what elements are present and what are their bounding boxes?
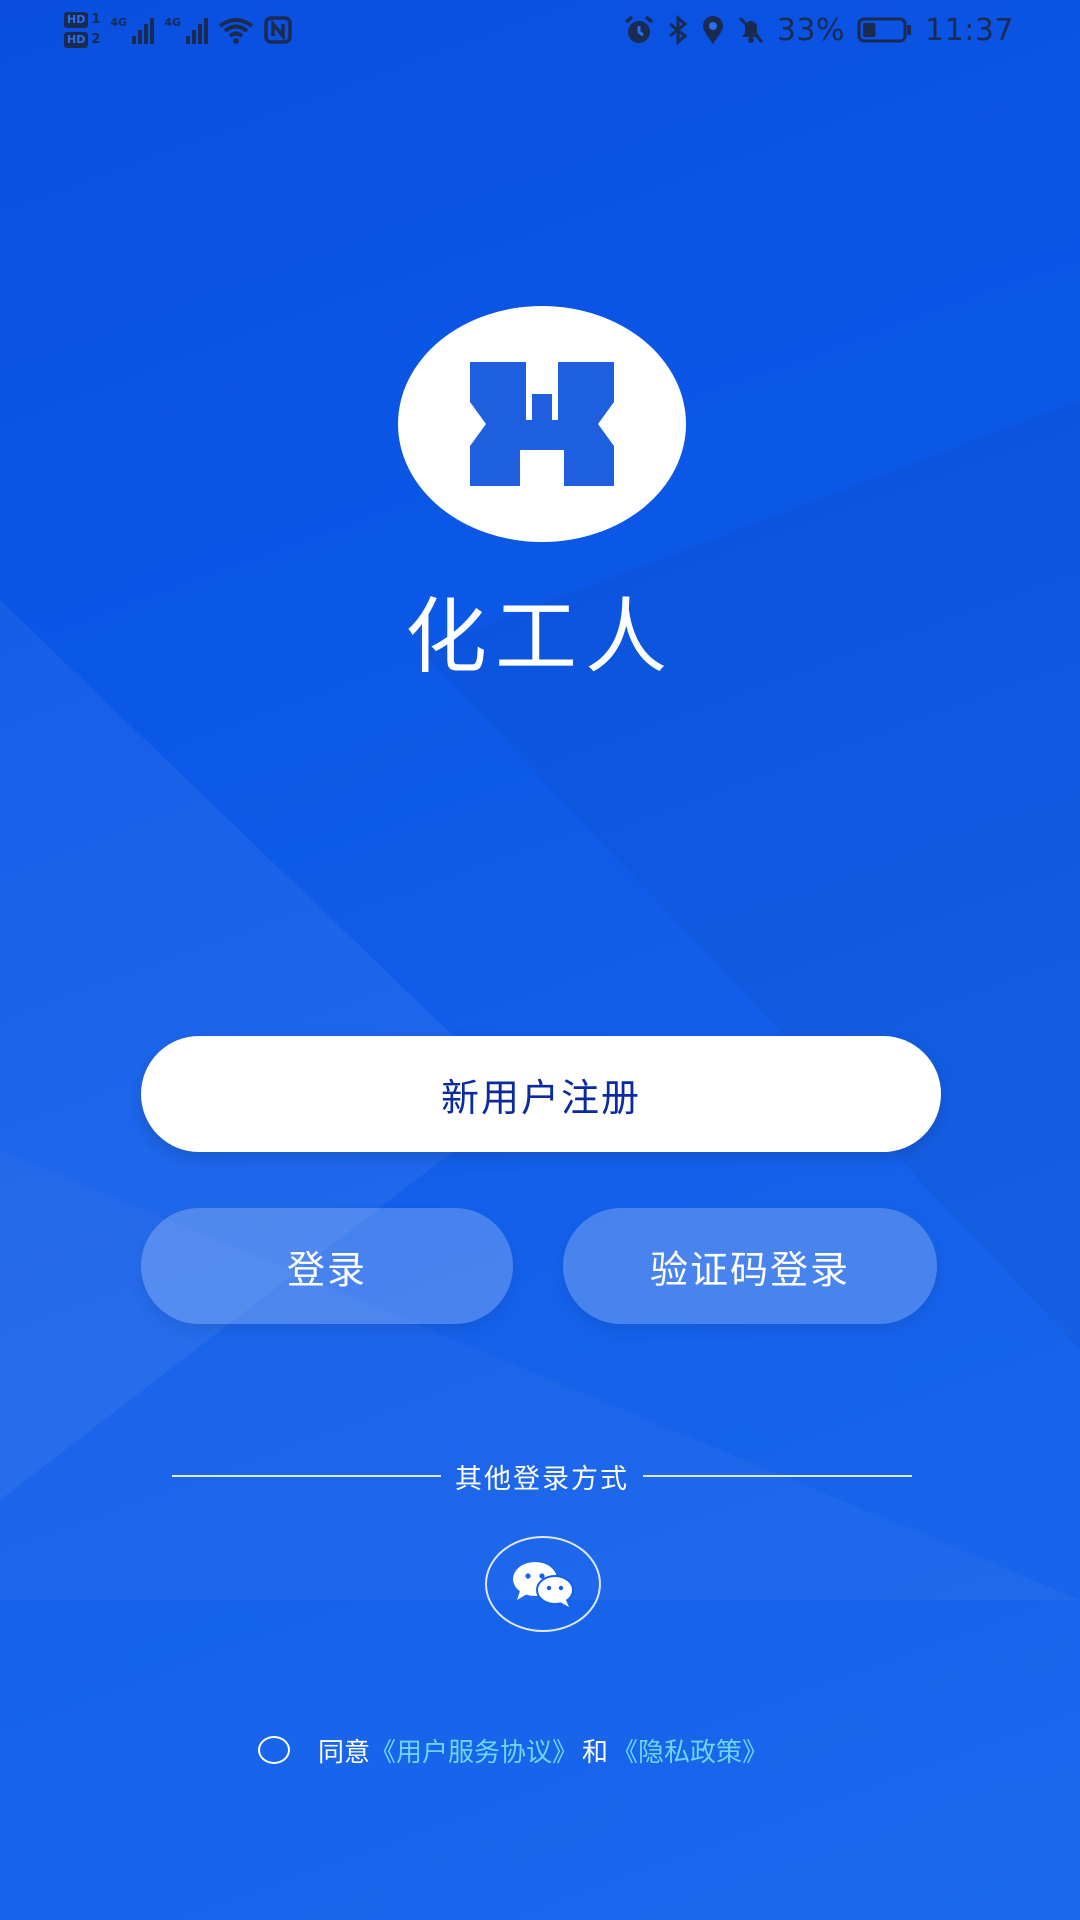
wechat-icon xyxy=(513,1562,574,1607)
sim1-slot: 1 xyxy=(91,12,101,27)
signal-icon: 4G xyxy=(110,16,155,44)
other-login-label: 其他登录方式 xyxy=(455,1463,629,1495)
signal-icon: 4G xyxy=(164,16,209,44)
sim1-indicator: HD 1 xyxy=(64,12,100,28)
status-bar: HD 1 HD 2 4G 4G 33% 11:37 xyxy=(0,0,1080,60)
status-bar-right: 33% 11:37 xyxy=(623,8,1014,52)
agreement-row: 同意 《用户服务协议》 和 《隐私政策》 xyxy=(258,1728,768,1772)
status-bar-left: HD 1 HD 2 4G 4G xyxy=(64,8,293,52)
privacy-policy-link[interactable]: 《隐私政策》 xyxy=(612,1732,768,1769)
network1-label: 4G xyxy=(110,16,128,29)
divider-line xyxy=(643,1475,912,1477)
background-shape xyxy=(0,1150,1080,1600)
agree-and: 和 xyxy=(582,1737,609,1768)
wifi-icon xyxy=(219,18,254,44)
location-icon xyxy=(702,16,723,44)
sim2-hd-label: HD xyxy=(64,32,89,48)
user-agreement-link[interactable]: 《用户服务协议》 xyxy=(370,1732,578,1769)
register-button[interactable]: 新用户注册 xyxy=(141,1036,941,1152)
sim-indicators: HD 1 HD 2 xyxy=(64,12,100,48)
nfc-icon xyxy=(264,16,293,44)
agree-radio[interactable] xyxy=(258,1736,290,1764)
other-login-divider: 其他登录方式 xyxy=(172,1456,912,1496)
hgr-logo-icon xyxy=(470,362,614,486)
bluetooth-icon xyxy=(668,15,688,45)
app-logo xyxy=(398,306,686,542)
clock: 11:37 xyxy=(925,12,1014,48)
app-name: 化工人 xyxy=(404,590,675,685)
sim1-hd-label: HD xyxy=(64,12,89,28)
network2-label: 4G xyxy=(164,16,182,29)
agree-prefix: 同意 xyxy=(318,1737,371,1768)
wechat-login-button[interactable] xyxy=(485,1536,601,1632)
sim2-slot: 2 xyxy=(91,32,101,47)
battery-percent: 33% xyxy=(776,12,846,48)
code-login-button[interactable]: 验证码登录 xyxy=(563,1208,937,1324)
sim2-indicator: HD 2 xyxy=(64,32,100,48)
divider-line xyxy=(172,1475,441,1477)
alarm-icon xyxy=(624,15,653,43)
mute-bell-icon xyxy=(738,16,763,44)
login-button[interactable]: 登录 xyxy=(141,1208,513,1324)
battery-icon xyxy=(857,17,912,43)
